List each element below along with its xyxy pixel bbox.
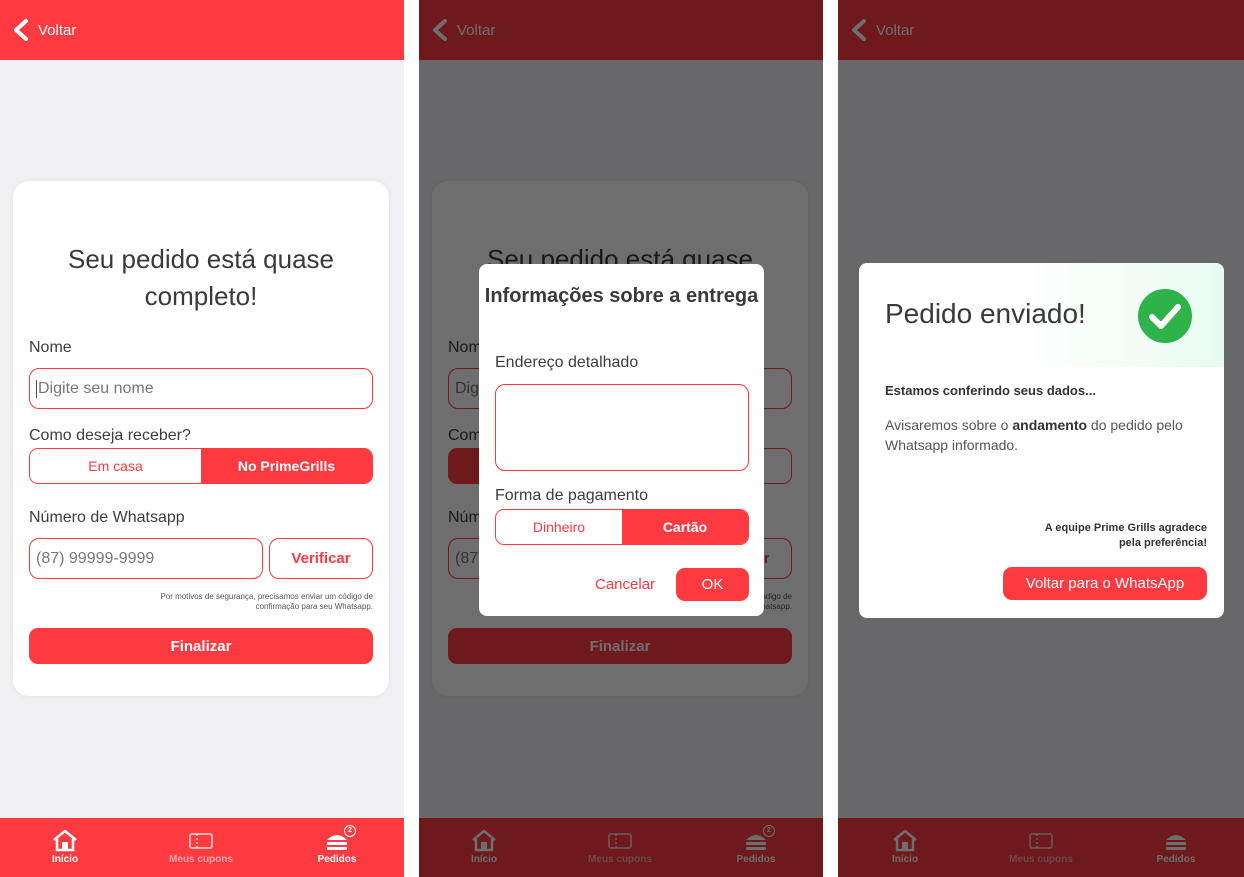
whatsapp-input[interactable]: (87) 99999-9999 — [29, 538, 263, 579]
screen-order-sent: Voltar Início Meus cupons Pedidos Pedido… — [838, 0, 1244, 877]
screen-delivery-dialog: Voltar Seu pedido está quase completo! N… — [419, 0, 823, 877]
payment-toggle: Dinheiro Cartão — [495, 509, 749, 545]
message-part-1: Avisaremos sobre o — [885, 417, 1013, 433]
option-store-button[interactable]: No PrimeGrills — [201, 449, 372, 483]
nav-orders-label: Pedidos — [317, 854, 357, 865]
signature: A equipe Prime Grills agradece pela pref… — [987, 521, 1207, 551]
dialog-message: Avisaremos sobre o andamento do pedido p… — [885, 415, 1205, 455]
ok-button[interactable]: OK — [676, 568, 749, 601]
dialog-subtitle: Estamos conferindo seus dados... — [885, 383, 1096, 398]
orders-count-badge: 2 — [344, 825, 356, 837]
security-note: Por motivos de segurança, precisamos env… — [160, 592, 373, 611]
order-sent-dialog: Pedido enviado! Estamos conferindo seus … — [859, 263, 1224, 618]
nav-orders[interactable]: Pedidos 2 — [282, 825, 392, 865]
checkout-card: Seu pedido está quase completo! Nome Dig… — [13, 181, 389, 696]
option-cash-button[interactable]: Dinheiro — [496, 510, 622, 544]
option-card-button[interactable]: Cartão — [622, 510, 748, 544]
nav-home-label: Início — [51, 854, 79, 865]
signature-line-2: pela preferência! — [1118, 537, 1207, 549]
check-circle-icon — [1138, 289, 1192, 343]
back-link[interactable]: Voltar — [38, 22, 76, 39]
ticket-icon — [189, 833, 213, 849]
receive-toggle: Em casa No PrimeGrills — [29, 448, 373, 484]
page-title: Seu pedido está quase completo! — [68, 244, 334, 311]
name-input[interactable]: Digite seu nome — [29, 368, 373, 409]
screen-checkout-form: Voltar Seu pedido está quase completo! N… — [0, 0, 404, 877]
whatsapp-label: Número de Whatsapp — [29, 509, 185, 526]
bottom-nav: Início Meus cupons Pedidos 2 — [0, 818, 404, 877]
receive-label: Como deseja receber? — [29, 427, 191, 444]
nav-coupons-label: Meus cupons — [169, 854, 233, 865]
dialog-title: Pedido enviado! — [885, 298, 1086, 329]
address-label: Endereço detalhado — [495, 354, 639, 371]
option-home-button[interactable]: Em casa — [30, 449, 201, 483]
name-label: Nome — [29, 339, 72, 356]
delivery-dialog: Informações sobre a entrega Endereço det… — [479, 264, 764, 616]
dialog-title: Informações sobre a entrega — [484, 285, 759, 307]
payment-label: Forma de pagamento — [495, 487, 648, 504]
signature-line-1: A equipe Prime Grills agradece — [1044, 522, 1207, 534]
message-bold: andamento — [1012, 417, 1088, 433]
address-textarea[interactable] — [495, 384, 749, 471]
finish-button[interactable]: Finalizar — [29, 628, 373, 664]
verify-button[interactable]: Verificar — [269, 538, 373, 579]
home-icon — [53, 829, 77, 852]
name-placeholder: Digite seu nome — [36, 379, 154, 398]
cancel-button[interactable]: Cancelar — [595, 576, 655, 593]
chevron-left-icon[interactable] — [12, 19, 30, 41]
nav-coupons[interactable]: Meus cupons — [146, 828, 256, 865]
top-bar: Voltar — [0, 0, 404, 60]
whatsapp-placeholder: (87) 99999-9999 — [36, 549, 155, 567]
nav-home[interactable]: Início — [10, 828, 120, 865]
back-to-whatsapp-button[interactable]: Voltar para o WhatsApp — [1003, 567, 1207, 600]
